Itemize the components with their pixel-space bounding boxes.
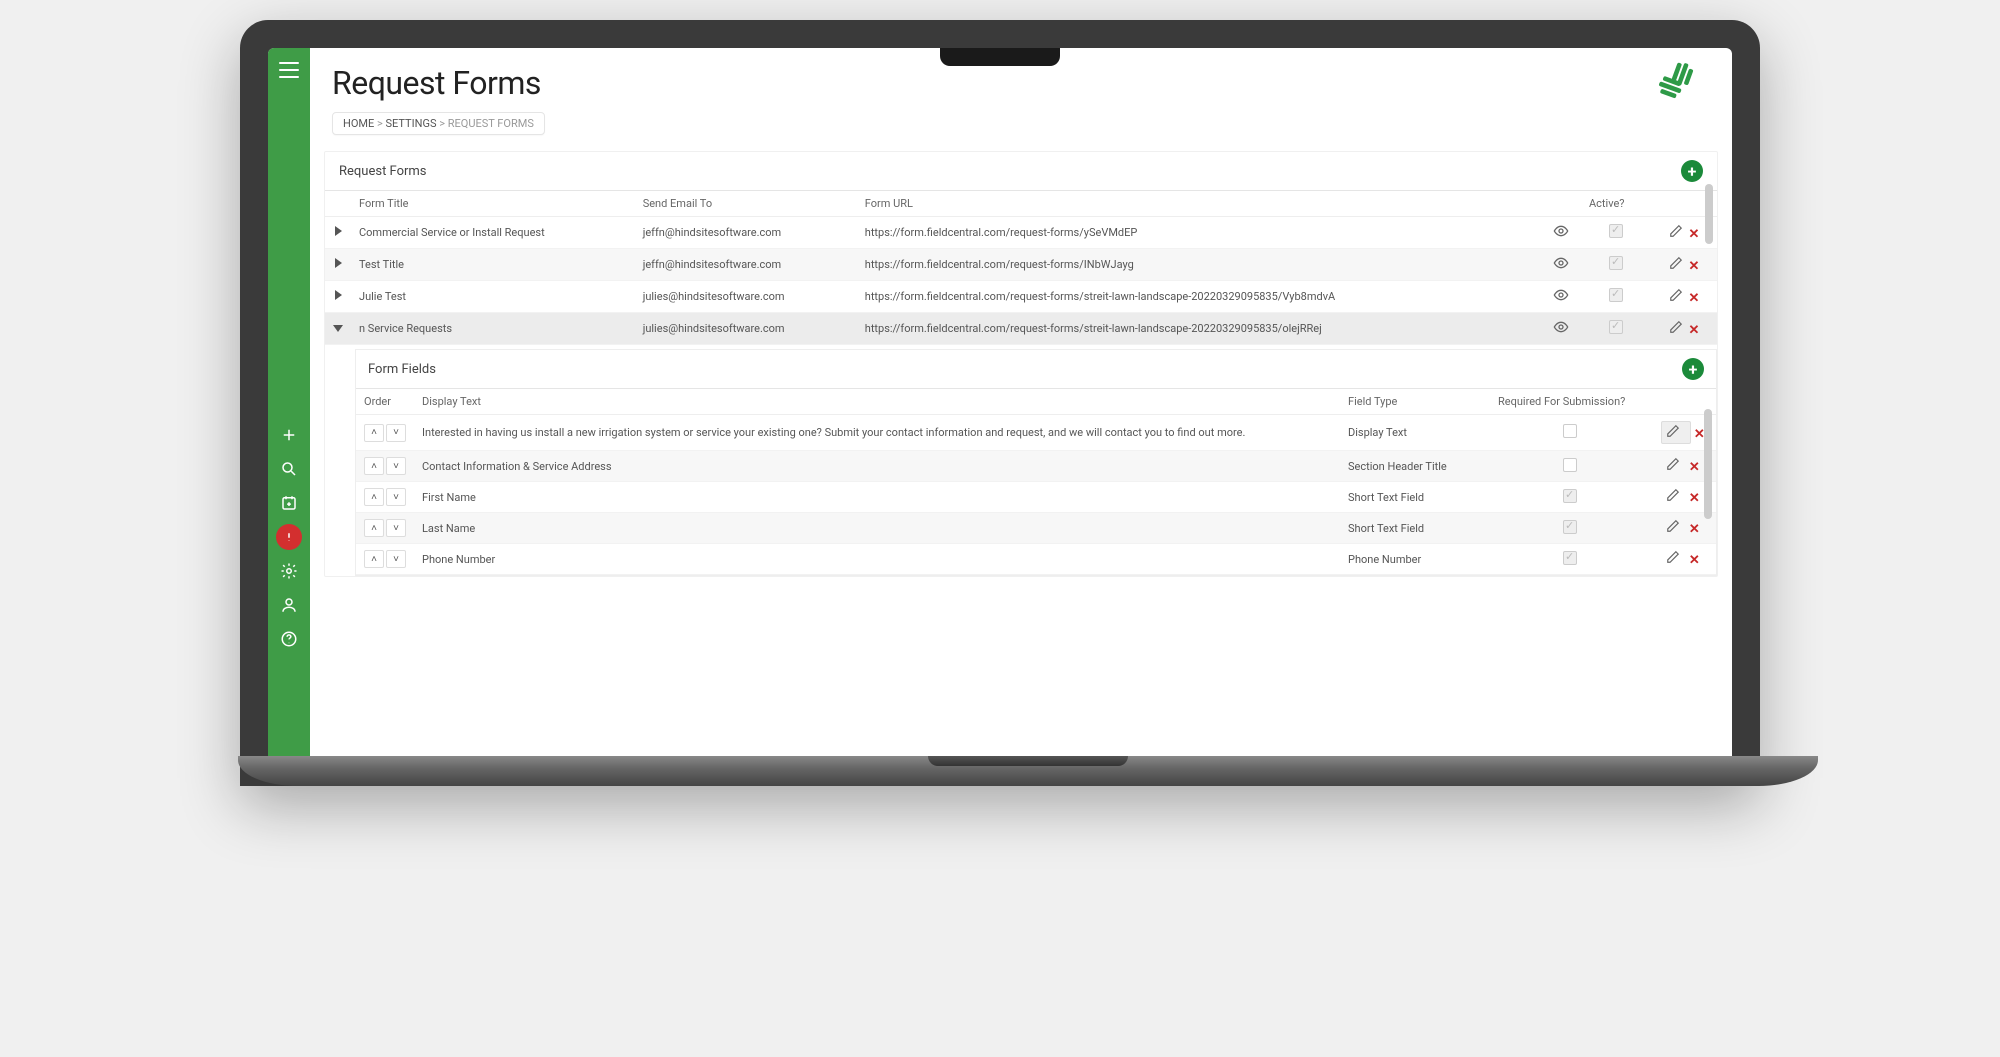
- move-down-button[interactable]: ˅: [386, 488, 406, 506]
- move-up-button[interactable]: ˄: [364, 457, 384, 475]
- form-title-cell: Julie Test: [351, 281, 635, 313]
- calendar-add-icon[interactable]: [276, 490, 302, 516]
- panel-title: Form Fields: [368, 362, 436, 377]
- table-row: Commercial Service or Install Requestjef…: [325, 217, 1717, 249]
- form-email-cell: julies@hindsitesoftware.com: [635, 281, 857, 313]
- edit-button[interactable]: [1666, 492, 1686, 505]
- field-display-text: Last Name: [414, 513, 1340, 544]
- form-title-cell: n Service Requests: [351, 313, 635, 345]
- active-checkbox[interactable]: [1609, 224, 1623, 238]
- field-display-text: Interested in having us install a new ir…: [414, 415, 1340, 451]
- delete-button[interactable]: ✕: [1689, 491, 1700, 506]
- field-type-cell: Section Header Title: [1340, 451, 1490, 482]
- preview-icon[interactable]: [1553, 229, 1569, 242]
- preview-icon[interactable]: [1553, 261, 1569, 274]
- request-forms-panel: Request Forms + Form TitleSend Email ToF…: [324, 151, 1718, 577]
- help-icon[interactable]: [276, 626, 302, 652]
- required-checkbox[interactable]: [1563, 520, 1577, 534]
- collapse-icon[interactable]: [333, 325, 343, 332]
- menu-toggle-icon[interactable]: [279, 62, 299, 78]
- edit-button[interactable]: [1669, 324, 1689, 337]
- breadcrumb-settings[interactable]: SETTINGS: [386, 117, 437, 130]
- field-display-text: Phone Number: [414, 544, 1340, 575]
- field-type-cell: Short Text Field: [1340, 513, 1490, 544]
- expand-icon[interactable]: [335, 258, 342, 268]
- move-down-button[interactable]: ˅: [386, 424, 406, 442]
- scrollbar-thumb[interactable]: [1705, 184, 1713, 244]
- delete-button[interactable]: ✕: [1689, 259, 1700, 274]
- app-logo-icon: [1658, 60, 1704, 106]
- move-down-button[interactable]: ˅: [386, 550, 406, 568]
- panel-title: Request Forms: [339, 164, 427, 179]
- form-url-cell: https://form.fieldcentral.com/request-fo…: [857, 281, 1541, 313]
- move-up-button[interactable]: ˄: [364, 519, 384, 537]
- table-row: n Service Requestsjulies@hindsitesoftwar…: [325, 313, 1717, 345]
- delete-button[interactable]: ✕: [1689, 291, 1700, 306]
- form-url-cell: https://form.fieldcentral.com/request-fo…: [857, 249, 1541, 281]
- table-row: ˄˅ Last NameShort Text Field ✕: [356, 513, 1716, 544]
- expand-icon[interactable]: [335, 226, 342, 236]
- form-url-cell: https://form.fieldcentral.com/request-fo…: [857, 217, 1541, 249]
- delete-button[interactable]: ✕: [1689, 227, 1700, 242]
- add-form-button[interactable]: +: [1681, 160, 1703, 182]
- move-up-button[interactable]: ˄: [364, 550, 384, 568]
- edit-button[interactable]: [1666, 424, 1686, 441]
- preview-icon[interactable]: [1553, 293, 1569, 306]
- settings-gear-icon[interactable]: [276, 558, 302, 584]
- move-up-button[interactable]: ˄: [364, 424, 384, 442]
- field-type-cell: Short Text Field: [1340, 482, 1490, 513]
- active-checkbox[interactable]: [1609, 320, 1623, 334]
- sidebar: [268, 48, 310, 758]
- alert-icon[interactable]: [276, 524, 302, 550]
- move-down-button[interactable]: ˅: [386, 519, 406, 537]
- edit-button[interactable]: [1669, 292, 1689, 305]
- delete-button[interactable]: ✕: [1689, 323, 1700, 338]
- edit-button[interactable]: [1669, 260, 1689, 273]
- active-checkbox[interactable]: [1609, 256, 1623, 270]
- required-checkbox[interactable]: [1563, 489, 1577, 503]
- field-type-cell: Phone Number: [1340, 544, 1490, 575]
- edit-button[interactable]: [1666, 461, 1686, 474]
- required-checkbox[interactable]: [1563, 424, 1577, 438]
- field-type-cell: Display Text: [1340, 415, 1490, 451]
- required-checkbox[interactable]: [1563, 458, 1577, 472]
- form-title-cell: Test Title: [351, 249, 635, 281]
- table-row: ˄˅ First NameShort Text Field ✕: [356, 482, 1716, 513]
- form-url-cell: https://form.fieldcentral.com/request-fo…: [857, 313, 1541, 345]
- delete-button[interactable]: ✕: [1689, 460, 1700, 475]
- table-row: Julie Testjulies@hindsitesoftware.comhtt…: [325, 281, 1717, 313]
- breadcrumb: HOME > SETTINGS > REQUEST FORMS: [332, 112, 545, 135]
- breadcrumb-home[interactable]: HOME: [343, 117, 374, 130]
- table-row: ˄˅ Contact Information & Service AddressS…: [356, 451, 1716, 482]
- form-fields-panel: Form Fields + OrderDisplay TextField Typ…: [355, 349, 1717, 576]
- add-icon[interactable]: [276, 422, 302, 448]
- edit-button[interactable]: [1666, 554, 1686, 567]
- form-email-cell: jeffn@hindsitesoftware.com: [635, 249, 857, 281]
- delete-button[interactable]: ✕: [1689, 522, 1700, 537]
- table-row: ˄˅ Interested in having us install a new …: [356, 415, 1716, 451]
- breadcrumb-current: REQUEST FORMS: [448, 117, 534, 130]
- user-icon[interactable]: [276, 592, 302, 618]
- delete-button[interactable]: ✕: [1689, 553, 1700, 568]
- active-checkbox[interactable]: [1609, 288, 1623, 302]
- table-row: ˄˅ Phone NumberPhone Number ✕: [356, 544, 1716, 575]
- field-display-text: Contact Information & Service Address: [414, 451, 1340, 482]
- edit-button[interactable]: [1669, 228, 1689, 241]
- move-down-button[interactable]: ˅: [386, 457, 406, 475]
- table-row: Test Titlejeffn@hindsitesoftware.comhttp…: [325, 249, 1717, 281]
- move-up-button[interactable]: ˄: [364, 488, 384, 506]
- form-email-cell: jeffn@hindsitesoftware.com: [635, 217, 857, 249]
- preview-icon[interactable]: [1553, 325, 1569, 338]
- expand-icon[interactable]: [335, 290, 342, 300]
- search-icon[interactable]: [276, 456, 302, 482]
- form-email-cell: julies@hindsitesoftware.com: [635, 313, 857, 345]
- required-checkbox[interactable]: [1563, 551, 1577, 565]
- page-title: Request Forms: [332, 64, 541, 102]
- field-display-text: First Name: [414, 482, 1340, 513]
- edit-button[interactable]: [1666, 523, 1686, 536]
- add-field-button[interactable]: +: [1682, 358, 1704, 380]
- form-title-cell: Commercial Service or Install Request: [351, 217, 635, 249]
